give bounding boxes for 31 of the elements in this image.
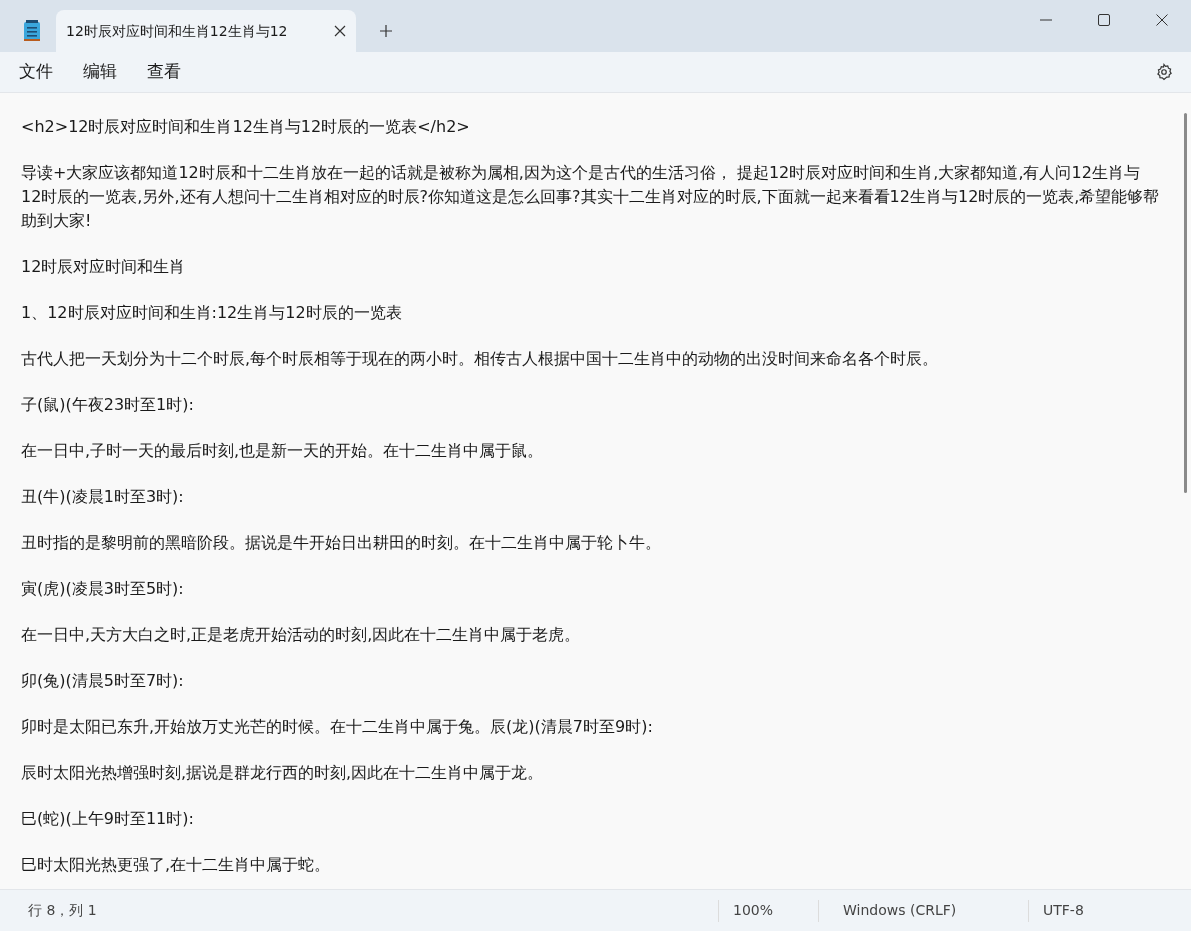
text-line: 巳(蛇)(上午9时至11时): — [21, 808, 195, 830]
text-line: 辰时太阳光热增强时刻,据说是群龙行西的时刻,因此在十二生肖中属于龙。 — [21, 762, 545, 784]
text-line: 丑时指的是黎明前的黑暗阶段。据说是牛开始日出耕田的时刻。在十二生肖中属于轮卜牛。 — [21, 532, 662, 554]
text-line: 古代人把一天划分为十二个时辰,每个时辰相等于现在的两小时。相传古人根据中国十二生肖中的动物的出没时间来命名各个时辰。 — [21, 348, 940, 370]
document-tab[interactable]: 12时辰对应时间和生肖12生肖与12 — [56, 10, 356, 52]
status-text: 行 8，列 1 — [28, 901, 97, 920]
menu-item[interactable]: 文件 — [4, 56, 68, 88]
text-line: 丑(牛)(凌晨1时至3时): — [21, 486, 185, 508]
text-line: 卯(兔)(清晨5时至7时): — [21, 670, 185, 692]
text-line: 巳时太阳光热更强了,在十二生肖中属于蛇。 — [21, 854, 332, 876]
text-line: 在一日中,子时一天的最后时刻,也是新一天的开始。在十二生肖中属于鼠。 — [21, 440, 545, 462]
status-text: UTF-8 — [1043, 901, 1084, 920]
text-line: 卯时是太阳已东升,开始放万丈光芒的时候。在十二生肖中属于兔。辰(龙)(清晨7时至9时): — [21, 716, 654, 738]
notepad-icon — [23, 20, 41, 42]
close-icon[interactable] — [334, 25, 346, 37]
close-icon[interactable] — [1156, 14, 1168, 26]
status-text: 100% — [733, 901, 774, 920]
settings-icon[interactable] — [1155, 63, 1173, 81]
scrollbar-thumb[interactable] — [1184, 113, 1187, 493]
status-text: Windows (CRLF) — [843, 901, 957, 920]
text-line: 1、12时辰对应时间和生肖:12生肖与12时辰的一览表 — [21, 302, 403, 324]
menu-item[interactable]: 查看 — [132, 56, 196, 88]
text-line: 子(鼠)(午夜23时至1时): — [21, 394, 195, 416]
plus-icon[interactable] — [379, 24, 393, 38]
menu-item[interactable]: 编辑 — [68, 56, 132, 88]
text-line: <h2>12时辰对应时间和生肖12生肖与12时辰的一览表</h2> — [21, 116, 471, 138]
maximize-icon[interactable] — [1098, 14, 1110, 26]
text-line: 导读+大家应该都知道12时辰和十二生肖放在一起的话就是被称为属相,因为这个是古代的生活习俗， 提起12时辰对应时间和生肖,大家都知道,有人问12生肖与12时辰的一览表,另外,还有人想问十二生肖相对应的时辰?你知道这是怎么回事?其实十二生肖对应的时辰,下面就一起来看看12生肖与12时辰的一览表,希望能够帮助到大家! — [21, 162, 1160, 232]
text-line: 12时辰对应时间和生肖 — [21, 256, 187, 278]
text-line: 在一日中,天方大白之时,正是老虎开始活动的时刻,因此在十二生肖中属于老虎。 — [21, 624, 582, 646]
text-line: 寅(虎)(凌晨3时至5时): — [21, 578, 185, 600]
